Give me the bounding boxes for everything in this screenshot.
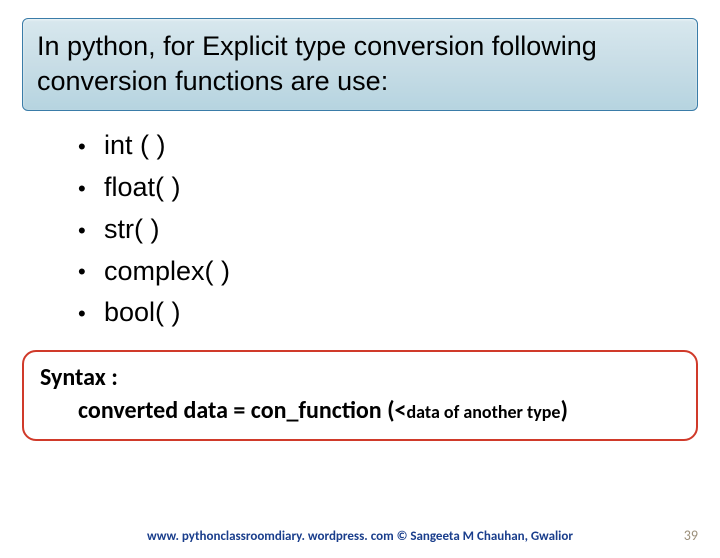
syntax-line: converted data = con_function (<data of … (40, 395, 680, 427)
function-list: int ( ) float( ) str( ) complex( ) bool(… (78, 125, 720, 334)
syntax-box: Syntax : converted data = con_function (… (22, 350, 698, 441)
footer-text: www. pythonclassroomdiary. wordpress. co… (0, 529, 720, 544)
header-box: In python, for Explicit type conversion … (22, 18, 698, 111)
page-number: 39 (684, 527, 698, 544)
header-text: In python, for Explicit type conversion … (37, 29, 683, 98)
list-item: int ( ) (78, 125, 720, 167)
syntax-suffix: ) (561, 396, 568, 425)
list-item: float( ) (78, 167, 720, 209)
syntax-small: data of another type (407, 401, 561, 423)
list-item: str( ) (78, 209, 720, 251)
list-item: complex( ) (78, 251, 720, 293)
list-item: bool( ) (78, 292, 720, 334)
syntax-prefix: converted data = con_function (< (78, 396, 407, 425)
syntax-label: Syntax : (40, 362, 680, 394)
